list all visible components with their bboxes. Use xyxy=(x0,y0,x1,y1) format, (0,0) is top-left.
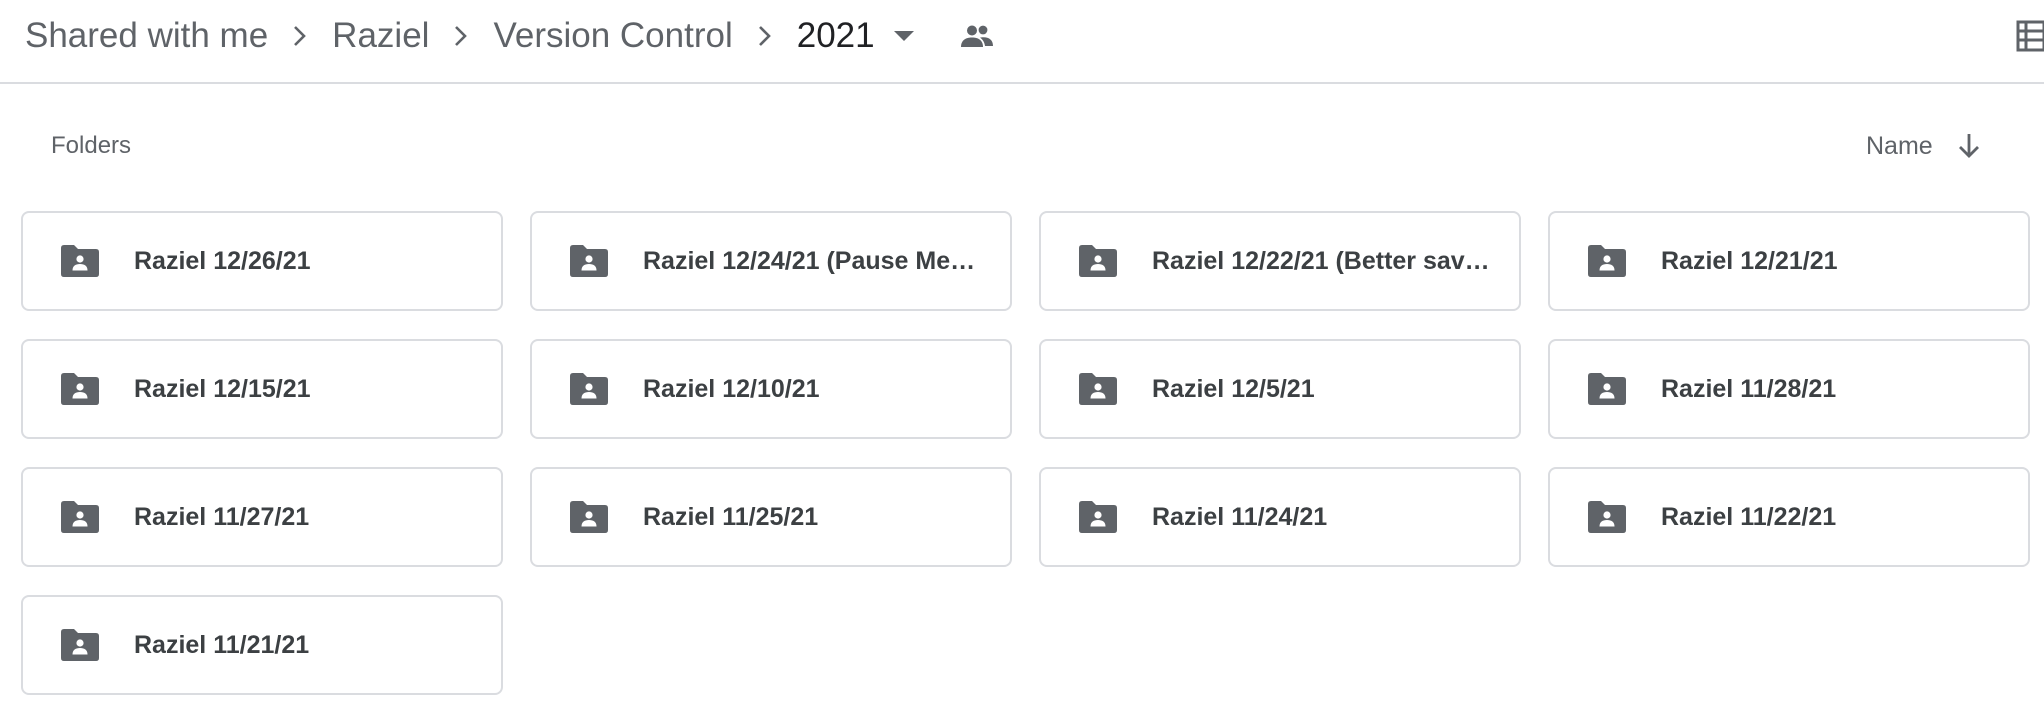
folder-name: Raziel 11/24/21 xyxy=(1152,502,1328,531)
shared-folder-icon xyxy=(570,373,608,405)
shared-folder-icon xyxy=(1588,373,1626,405)
chevron-right-icon xyxy=(429,12,493,60)
folder-card[interactable]: Raziel 11/22/21 xyxy=(1548,467,2030,567)
folder-name: Raziel 12/24/21 (Pause Me… xyxy=(643,246,976,275)
folder-card[interactable]: Raziel 11/25/21 xyxy=(530,467,1012,567)
folder-name: Raziel 11/28/21 xyxy=(1661,374,1837,403)
folder-name: Raziel 11/21/21 xyxy=(134,630,310,659)
shared-folder-icon xyxy=(1588,245,1626,277)
list-view-icon[interactable] xyxy=(2014,18,2044,54)
folder-card[interactable]: Raziel 12/22/21 (Better sav… xyxy=(1039,211,1521,311)
breadcrumb: Shared with me Raziel Version Control 20… xyxy=(25,12,997,60)
folder-name: Raziel 12/22/21 (Better sav… xyxy=(1152,246,1490,275)
folder-card[interactable]: Raziel 12/24/21 (Pause Me… xyxy=(530,211,1012,311)
folder-card[interactable]: Raziel 11/27/21 xyxy=(21,467,503,567)
folder-name: Raziel 11/22/21 xyxy=(1661,502,1837,531)
section-label-folders: Folders xyxy=(51,132,132,159)
shared-folder-icon xyxy=(570,501,608,533)
shared-folder-icon xyxy=(61,245,99,277)
folder-card[interactable]: Raziel 11/28/21 xyxy=(1548,339,2030,439)
folder-name: Raziel 11/27/21 xyxy=(134,502,310,531)
breadcrumb-shared-with-me[interactable]: Shared with me xyxy=(25,16,268,56)
breadcrumb-current-folder[interactable]: 2021 xyxy=(797,16,875,56)
header-bar: Shared with me Raziel Version Control 20… xyxy=(0,0,2044,84)
shared-folder-icon xyxy=(570,245,608,277)
shared-folder-icon xyxy=(1079,373,1117,405)
folder-card[interactable]: Raziel 12/26/21 xyxy=(21,211,503,311)
breadcrumb-version-control[interactable]: Version Control xyxy=(493,16,732,56)
folder-card[interactable]: Raziel 11/21/21 xyxy=(21,595,503,695)
shared-folder-icon xyxy=(61,629,99,661)
folder-name: Raziel 12/15/21 xyxy=(134,374,311,403)
folder-name: Raziel 12/5/21 xyxy=(1152,374,1315,403)
arrow-drop-down-icon[interactable] xyxy=(889,12,919,60)
folder-card[interactable]: Raziel 12/15/21 xyxy=(21,339,503,439)
folder-card[interactable]: Raziel 12/10/21 xyxy=(530,339,1012,439)
people-icon[interactable] xyxy=(957,12,997,60)
shared-folder-icon xyxy=(1079,245,1117,277)
arrow-down-icon[interactable] xyxy=(1953,126,1985,166)
shared-folder-icon xyxy=(61,373,99,405)
sort-label: Name xyxy=(1866,131,1933,160)
sort-by-name-button[interactable]: Name xyxy=(1866,126,1985,166)
folder-name: Raziel 12/21/21 xyxy=(1661,246,1838,275)
shared-folder-icon xyxy=(61,501,99,533)
folder-card[interactable]: Raziel 11/24/21 xyxy=(1039,467,1521,567)
shared-folder-icon xyxy=(1588,501,1626,533)
folder-card[interactable]: Raziel 12/21/21 xyxy=(1548,211,2030,311)
folder-grid: Raziel 12/26/21 Raziel 12/24/21 (Pause M… xyxy=(21,211,2031,695)
folder-name: Raziel 12/10/21 xyxy=(643,374,820,403)
chevron-right-icon xyxy=(733,12,797,60)
breadcrumb-raziel[interactable]: Raziel xyxy=(332,16,429,56)
chevron-right-icon xyxy=(268,12,332,60)
folder-card[interactable]: Raziel 12/5/21 xyxy=(1039,339,1521,439)
folder-name: Raziel 11/25/21 xyxy=(643,502,819,531)
folder-name: Raziel 12/26/21 xyxy=(134,246,311,275)
shared-folder-icon xyxy=(1079,501,1117,533)
